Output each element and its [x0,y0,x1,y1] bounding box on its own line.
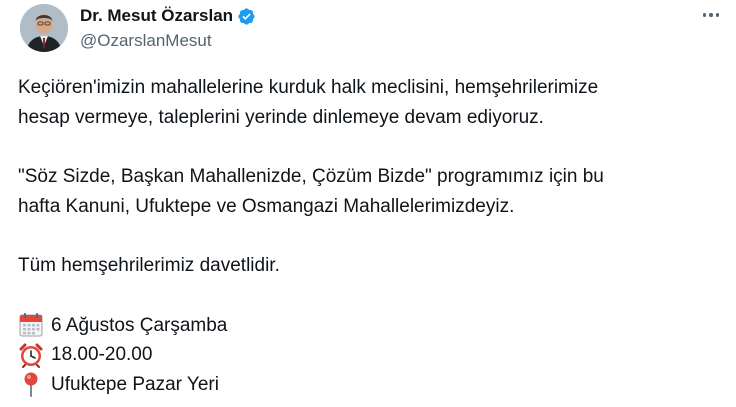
author-name-row: Dr. Mesut Özarslan [80,5,256,27]
event-date: 6 Ağustos Çarşamba [51,314,228,336]
event-time-line: 18.00-20.00 [18,340,718,370]
calendar-icon [18,312,44,338]
event-place: Ufuktepe Pazar Yeri [51,373,219,395]
alarm-clock-icon [18,342,44,368]
tweet-text-line: Tüm hemşehrilerimiz davetlidir. [18,255,280,276]
author-handle[interactable]: @OzarslanMesut [80,31,212,51]
tweet-text: Keçiören'imizin mahallelerine kurduk hal… [18,73,718,399]
event-date-line: 6 Ağustos Çarşamba [18,311,718,341]
tweet-text-line: Keçiören'imizin mahallelerine kurduk hal… [18,77,599,98]
verified-badge-icon[interactable] [237,7,256,26]
event-time: 18.00-20.00 [51,344,153,365]
more-options-icon[interactable] [698,4,724,26]
tweet-text-line: hafta Kanuni, Ufuktepe ve Osmangazi Maha… [18,195,515,217]
tweet-text-line: hesap vermeye, taleplerini yerinde dinle… [18,106,544,128]
author-display-name[interactable]: Dr. Mesut Özarslan [80,5,233,27]
tweet-text-line: "Söz Sizde, Başkan Mahallenizde, Çözüm B… [18,166,604,187]
pin-icon [18,371,44,398]
event-place-line: Ufuktepe Pazar Yeri [18,370,718,400]
avatar[interactable] [20,4,68,52]
